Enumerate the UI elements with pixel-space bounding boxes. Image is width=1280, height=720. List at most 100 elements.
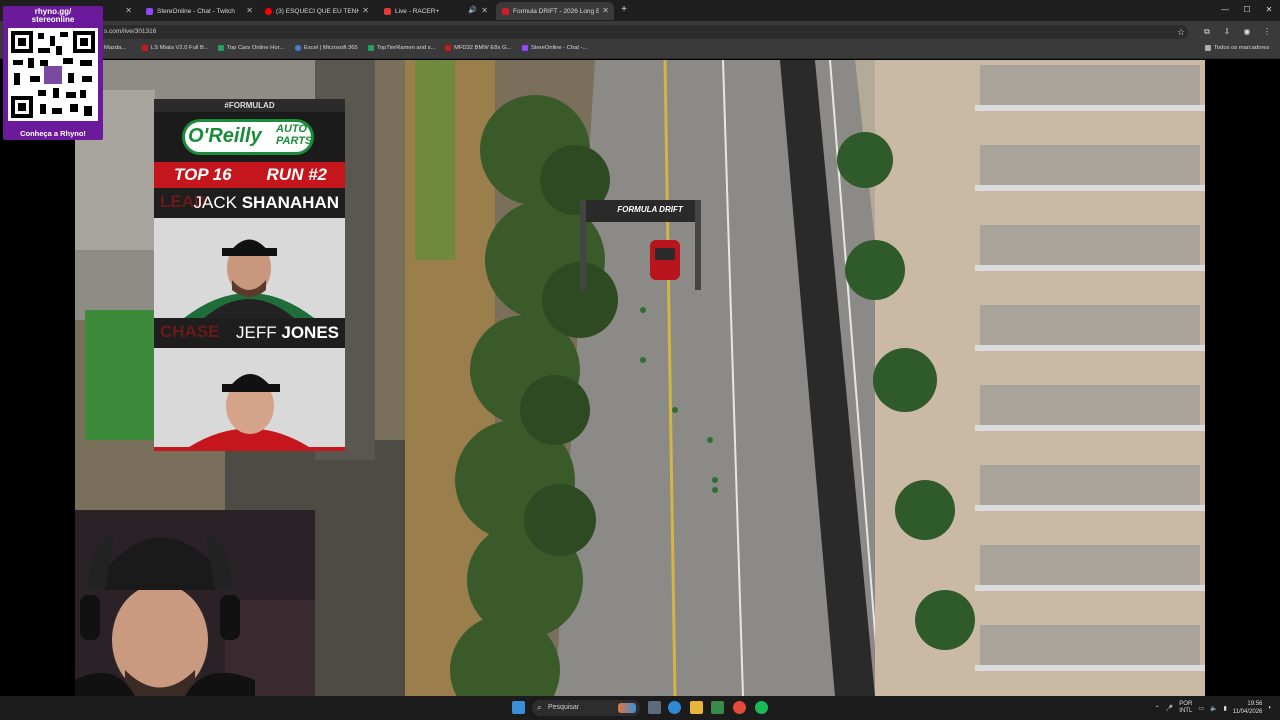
hashtag-label: #FORMULAD: [154, 99, 345, 112]
lead-first-name: JACK: [193, 193, 237, 212]
bookmark-favicon-icon: [522, 45, 528, 51]
notifications-icon[interactable]: ◐: [1268, 705, 1272, 711]
taskbar: ⌕ Pesquisar ⌃ 🎤 POR INTL ▭ 🔈 ▮ 19:56 11/…: [0, 696, 1280, 720]
formula-drift-gate-text: FORMULA DRIFT: [617, 205, 683, 214]
network-icon[interactable]: ▭: [1198, 705, 1204, 712]
close-tab-icon[interactable]: ✕: [246, 6, 253, 15]
round-bar: TOP 16 RUN #2: [154, 162, 345, 188]
bookmark-label: Excel | Microsoft 365: [304, 45, 358, 51]
tab-label: (3) ESQUECI QUE EU TENHO U: [276, 7, 359, 15]
chrome-icon[interactable]: [733, 701, 746, 714]
bookmark-label: StereOnline - Chat -...: [531, 45, 588, 51]
bookmark-label: TopTierRamen and s...: [377, 45, 436, 51]
qr-title-line2: stereonline: [31, 15, 75, 24]
bookmark-item[interactable]: MFD32 BMW E8x G...: [445, 45, 511, 51]
tray-chevron-icon[interactable]: ⌃: [1155, 705, 1160, 712]
url-field[interactable]: s.com/live/301316: [98, 25, 1188, 39]
lead-last-name: SHANAHAN: [241, 193, 339, 212]
chase-last-name: JONES: [281, 323, 339, 342]
tab-bar: ✕ StereOnline - Chat - Twitch ✕ (3) ESQU…: [0, 0, 1280, 21]
lead-driver-image: [154, 218, 345, 318]
spotify-icon[interactable]: [755, 701, 768, 714]
clock-time: 19:56: [1247, 701, 1263, 707]
bookmark-item[interactable]: LS Miata V2.0 Full B...: [142, 45, 209, 51]
close-tab-icon[interactable]: ✕: [125, 6, 132, 15]
run-label: RUN #2: [266, 165, 327, 184]
overlay-bottom-stripe: [154, 447, 345, 451]
chase-role-label: CHASE: [160, 322, 220, 341]
tab-racer[interactable]: Live - RACER+ 🔊 ✕: [378, 2, 493, 20]
youtube-favicon-icon: [265, 7, 272, 15]
extensions-icon[interactable]: ⧉: [1200, 25, 1214, 39]
bookmark-item[interactable]: Top Cars Online Hor...: [218, 45, 284, 51]
tab-youtube[interactable]: (3) ESQUECI QUE EU TENHO U ✕: [259, 2, 374, 20]
qr-code-icon: [8, 28, 98, 121]
racer-favicon-icon: [384, 7, 391, 15]
sponsor-sub: AUTO PARTS: [276, 123, 312, 147]
bookmark-label: MFD32 BMW E8x G...: [454, 45, 512, 51]
tab-stereonline-chat[interactable]: StereOnline - Chat - Twitch ✕: [140, 2, 258, 20]
task-view-icon[interactable]: [648, 701, 661, 714]
bookmark-favicon-icon: [368, 45, 374, 51]
menu-icon[interactable]: ⋮: [1260, 25, 1274, 39]
new-tab-button[interactable]: +: [617, 3, 631, 17]
close-tab-icon[interactable]: ✕: [362, 6, 369, 15]
window-controls: — ☐ ✕: [1214, 0, 1280, 21]
volume-icon[interactable]: 🔈: [1210, 705, 1217, 712]
windows-start-icon[interactable]: [512, 701, 525, 714]
search-placeholder: Pesquisar: [548, 704, 580, 711]
close-window-button[interactable]: ✕: [1258, 0, 1280, 21]
bookmark-item[interactable]: Excel | Microsoft 365: [295, 45, 358, 51]
bookmark-label: Top Cars Online Hor...: [227, 45, 285, 51]
microphone-icon[interactable]: 🎤: [1166, 705, 1173, 712]
lang-bottom: INTL: [1179, 708, 1193, 714]
bookmarks-bar: Mazda... LS Miata V2.0 Full B... Top Car…: [0, 42, 1280, 59]
audio-playing-icon[interactable]: 🔊: [468, 6, 477, 14]
close-tab-icon[interactable]: ✕: [481, 6, 488, 15]
search-highlight-icon: [618, 703, 636, 713]
qr-code-graphic: [8, 28, 98, 121]
bookmark-favicon-icon: [142, 45, 148, 51]
address-bar-row: s.com/live/301316 ☆ ⧉ ⇩ ◉ ⋮: [0, 21, 1280, 42]
webcam-feed: [75, 510, 315, 696]
bookmark-favicon-icon: [445, 45, 451, 51]
close-tab-icon[interactable]: ✕: [602, 6, 609, 15]
all-bookmarks-folder[interactable]: Todos os marcadores: [1205, 45, 1269, 51]
clock-date: 11/04/2026: [1232, 709, 1263, 715]
bookmark-item[interactable]: Mazda...: [104, 45, 126, 51]
bookmark-star-icon[interactable]: ☆: [1177, 25, 1187, 39]
tab-label: Live - RACER+: [395, 7, 440, 15]
minimize-button[interactable]: —: [1214, 0, 1236, 21]
formula-drift-favicon-icon: [502, 7, 509, 15]
profile-icon[interactable]: ◉: [1240, 25, 1254, 39]
taskbar-search[interactable]: ⌕ Pesquisar: [532, 700, 640, 716]
file-explorer-icon[interactable]: [690, 701, 703, 714]
sponsor-logo: O'Reilly AUTO PARTS: [154, 112, 345, 162]
bookmark-label: Todos os marcadores: [1214, 45, 1270, 51]
folder-icon: [1205, 45, 1211, 51]
chase-driver-name: JEFF JONES: [236, 323, 339, 343]
language-indicator[interactable]: POR INTL: [1179, 701, 1192, 715]
sponsor-sub-line1: AUTO: [276, 123, 307, 135]
clock[interactable]: 19:56 11/04/2026: [1233, 700, 1263, 716]
battle-overlay: #FORMULAD O'Reilly AUTO PARTS TOP 16 RUN…: [154, 99, 345, 451]
qr-caption: Conheça a Rhyno!: [20, 129, 86, 138]
qr-promo-panel: rhyno.gg/ stereonline Conheça a Rhyno!: [3, 6, 103, 140]
battery-icon[interactable]: ▮: [1223, 705, 1226, 712]
bookmark-item[interactable]: StereOnline - Chat -...: [522, 45, 587, 51]
downloads-icon[interactable]: ⇩: [1220, 25, 1234, 39]
lead-driver-name: JACK SHANAHAN: [194, 193, 339, 213]
chase-row: CHASE JEFF JONES: [154, 318, 345, 348]
qr-title: rhyno.gg/ stereonline: [3, 8, 103, 24]
lead-row: LEAD JACK SHANAHAN: [154, 188, 345, 218]
lead-driver-photo: [154, 218, 345, 318]
bookmark-favicon-icon: [295, 45, 301, 51]
bookmark-item[interactable]: TopTierRamen and s...: [368, 45, 435, 51]
bookmark-label: LS Miata V2.0 Full B...: [151, 45, 209, 51]
bookmark-favicon-icon: [218, 45, 224, 51]
maximize-button[interactable]: ☐: [1236, 0, 1258, 21]
sponsor-name: O'Reilly: [188, 125, 262, 147]
copilot-icon[interactable]: [668, 701, 681, 714]
tab-formula-drift[interactable]: Formula DRIFT - 2026 Long Be ✕: [496, 2, 614, 20]
store-icon[interactable]: [711, 701, 724, 714]
